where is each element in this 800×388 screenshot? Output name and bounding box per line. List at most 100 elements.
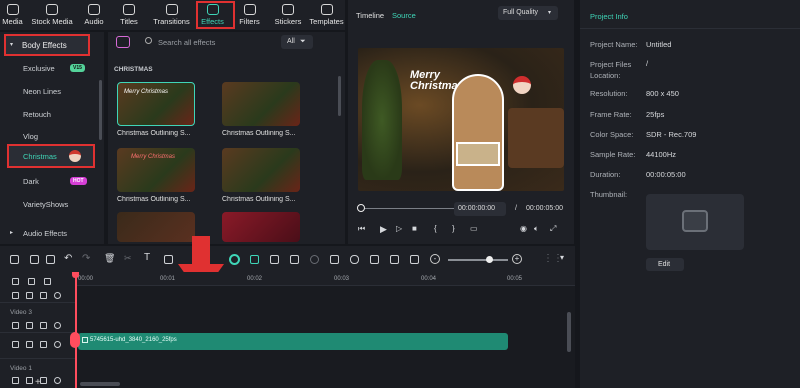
effects-view-toggle[interactable]: [116, 36, 130, 48]
lock-icon[interactable]: [12, 322, 19, 329]
filter-dropdown[interactable]: All ⏷: [281, 35, 313, 49]
category-exclusive[interactable]: Exclusive: [23, 64, 55, 73]
effects-scrollbar[interactable]: [338, 76, 341, 116]
tab-stock-media[interactable]: Stock Media: [25, 0, 79, 30]
pip-icon[interactable]: [390, 255, 399, 264]
eye-icon[interactable]: [54, 341, 61, 348]
effect-thumbnail[interactable]: [222, 148, 300, 192]
tab-titles[interactable]: Titles: [109, 0, 149, 30]
info-value: /: [646, 59, 649, 68]
category-retouch[interactable]: Retouch: [23, 110, 51, 119]
undo-icon[interactable]: ↶: [64, 253, 72, 264]
mic-icon[interactable]: [350, 255, 359, 264]
category-dark[interactable]: Dark: [23, 177, 39, 186]
category-neon-lines[interactable]: Neon Lines: [23, 87, 61, 96]
tab-templates[interactable]: Templates: [308, 0, 345, 30]
volume-icon[interactable]: 🔈︎: [534, 224, 539, 234]
fullscreen-icon[interactable]: ⤢: [550, 224, 556, 234]
speed-icon[interactable]: [310, 255, 319, 264]
render-icon[interactable]: [410, 255, 419, 264]
lock-icon[interactable]: [12, 377, 19, 384]
select-icon[interactable]: [30, 255, 39, 264]
ripple-icon[interactable]: [46, 255, 55, 264]
eye-icon[interactable]: [54, 292, 61, 299]
tab-source[interactable]: Source: [392, 11, 416, 20]
tab-transitions[interactable]: Transitions: [149, 0, 194, 30]
quality-dropdown[interactable]: Full Quality ▾: [498, 6, 558, 20]
tab-audio[interactable]: Audio: [79, 0, 109, 30]
playhead-scrubber[interactable]: [360, 208, 458, 209]
category-varietyshows[interactable]: VarietyShows: [23, 200, 68, 209]
image-icon[interactable]: [290, 255, 299, 264]
link-icon[interactable]: [28, 278, 35, 285]
tab-timeline[interactable]: Timeline: [356, 11, 384, 20]
tab-media[interactable]: Media: [0, 0, 25, 30]
audio-track-icon[interactable]: [26, 377, 33, 384]
add-track-icon[interactable]: [12, 278, 19, 285]
stop-icon[interactable]: ■: [412, 224, 417, 233]
timeline-h-scrollbar[interactable]: [80, 382, 120, 386]
video-clip[interactable]: 5745615-uhd_3840_2160_25fps: [78, 333, 508, 350]
mute-icon[interactable]: [40, 377, 47, 384]
thumbnail-box[interactable]: [646, 194, 744, 250]
mute-icon[interactable]: [40, 322, 47, 329]
zoom-out-icon[interactable]: -: [430, 254, 440, 264]
snapshot-icon[interactable]: ◉: [520, 224, 527, 233]
gift-box: [456, 142, 500, 166]
edit-button[interactable]: Edit: [646, 258, 684, 271]
lock-icon[interactable]: [12, 341, 19, 348]
audio-track-icon[interactable]: [26, 322, 33, 329]
color-icon[interactable]: [330, 255, 339, 264]
split-icon[interactable]: [250, 255, 259, 264]
category-scrollbar[interactable]: [99, 80, 102, 140]
audio-mixer-icon[interactable]: [370, 255, 379, 264]
effect-thumbnail[interactable]: Merry Christmas: [117, 82, 195, 126]
cut-icon[interactable]: ✂: [124, 253, 132, 264]
more-icon[interactable]: ▾: [560, 253, 564, 262]
top-toolbar: Media Stock Media Audio Titles Transitio…: [0, 0, 345, 30]
eye-icon[interactable]: [54, 322, 61, 329]
effect-thumbnail[interactable]: Merry Christmas: [117, 148, 195, 192]
playhead-handle[interactable]: [72, 272, 79, 278]
stock-media-icon: [46, 4, 58, 15]
search-input[interactable]: Search all effects: [158, 38, 215, 47]
category-audio-effects[interactable]: Audio Effects: [23, 229, 67, 238]
info-label: Resolution:: [590, 89, 628, 98]
mark-out-icon[interactable]: }: [452, 224, 455, 233]
delete-icon[interactable]: 🗑︎: [104, 253, 115, 264]
effect-thumbnail[interactable]: [222, 82, 300, 126]
ai-effect-icon[interactable]: [229, 254, 240, 265]
category-vlog[interactable]: Vlog: [23, 132, 38, 141]
zoom-slider[interactable]: [448, 259, 508, 261]
audio-track-icon[interactable]: [26, 341, 33, 348]
category-header-body-effects[interactable]: ▾ Body Effects: [4, 34, 90, 56]
scrubber-handle[interactable]: [357, 204, 365, 212]
magnet-icon[interactable]: [44, 278, 51, 285]
mark-in-icon[interactable]: {: [434, 224, 437, 233]
tab-stickers[interactable]: Stickers: [268, 0, 308, 30]
redo-icon[interactable]: ↷: [82, 253, 90, 264]
effect-thumbnail[interactable]: [222, 212, 300, 242]
audio-track-icon[interactable]: [26, 292, 33, 299]
mute-icon[interactable]: [40, 292, 47, 299]
play-icon[interactable]: ▶: [380, 224, 387, 235]
timeline-v-scrollbar[interactable]: [567, 312, 571, 352]
lock-icon[interactable]: [12, 292, 19, 299]
section-title: CHRISTMAS: [114, 66, 153, 73]
tab-filters[interactable]: Filters: [231, 0, 268, 30]
eye-icon[interactable]: [54, 377, 61, 384]
playhead[interactable]: [75, 272, 77, 388]
play-full-icon[interactable]: ▷: [396, 224, 402, 233]
display-icon[interactable]: ▭: [470, 224, 478, 233]
video-preview[interactable]: Merry Christmas: [358, 48, 564, 191]
category-christmas[interactable]: Christmas: [7, 144, 95, 168]
zoom-in-icon[interactable]: +: [512, 254, 522, 264]
text-icon[interactable]: T: [144, 252, 150, 263]
mute-icon[interactable]: [40, 341, 47, 348]
layout-icon[interactable]: [10, 255, 19, 264]
add-icon[interactable]: +: [35, 377, 41, 388]
prev-frame-icon[interactable]: ⏮: [358, 224, 365, 234]
track-icon[interactable]: [270, 255, 279, 264]
crop-icon[interactable]: [164, 255, 173, 264]
zoom-handle[interactable]: [486, 256, 493, 263]
